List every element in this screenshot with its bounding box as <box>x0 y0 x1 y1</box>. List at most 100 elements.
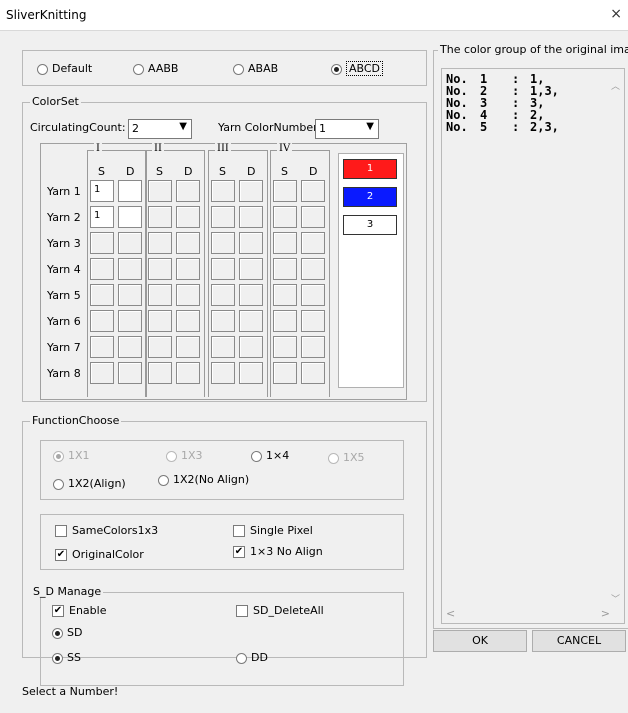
yarn-cell[interactable] <box>211 232 235 254</box>
yarn-cell[interactable] <box>273 258 297 280</box>
yarn-cell[interactable] <box>176 362 200 384</box>
radio-abcd[interactable]: ABCD <box>331 61 384 76</box>
sd-deleteall-checkbox[interactable]: SD_DeleteAll <box>236 604 324 617</box>
yarn-cell[interactable] <box>273 232 297 254</box>
yarn-cell[interactable] <box>118 206 142 228</box>
originalcolor-checkbox[interactable]: ✔ OriginalColor <box>55 548 144 561</box>
no-align-1x3-checkbox[interactable]: ✔ 1×3 No Align <box>233 545 323 558</box>
radio-icon <box>251 450 262 462</box>
yarn-cell[interactable] <box>90 362 114 384</box>
yarn-cell[interactable] <box>301 206 325 228</box>
radio-abab[interactable]: ABAB <box>233 62 278 75</box>
yarn-cell[interactable] <box>301 180 325 202</box>
yarn-cell[interactable] <box>118 284 142 306</box>
yarn-cell[interactable] <box>148 284 172 306</box>
yarn-cell[interactable] <box>301 362 325 384</box>
yarn-cell[interactable] <box>273 362 297 384</box>
yarn-cell[interactable] <box>90 284 114 306</box>
yarn-cell[interactable] <box>148 336 172 358</box>
yarn-cell[interactable] <box>118 232 142 254</box>
cancel-button[interactable]: CANCEL <box>532 630 626 652</box>
yarn-cell[interactable] <box>148 232 172 254</box>
yarn-cell[interactable] <box>148 258 172 280</box>
yarn-cell[interactable] <box>211 362 235 384</box>
yarn-cell[interactable] <box>148 310 172 332</box>
yarn-cell[interactable] <box>301 336 325 358</box>
yarn-cell[interactable] <box>273 336 297 358</box>
radio-aabb[interactable]: AABB <box>133 62 178 75</box>
close-icon[interactable]: × <box>610 6 622 22</box>
yarn-cell[interactable] <box>273 284 297 306</box>
radio-dd[interactable]: DD <box>236 651 268 664</box>
yarn-cell[interactable] <box>273 180 297 202</box>
yarn-label: Yarn 7 <box>47 341 81 354</box>
radio-1x2-align[interactable]: 1X2(Align) <box>53 477 126 490</box>
yarn-cell[interactable] <box>148 362 172 384</box>
yarn-cell[interactable]: 1 <box>90 180 114 202</box>
yarn-cell[interactable] <box>118 310 142 332</box>
yarn-cell[interactable] <box>301 284 325 306</box>
color-swatch[interactable]: 3 <box>343 215 397 235</box>
yarn-cell[interactable] <box>118 258 142 280</box>
yarn-cell[interactable] <box>176 284 200 306</box>
scroll-right-icon[interactable]: > <box>601 607 610 620</box>
yarn-cell[interactable] <box>239 206 263 228</box>
yarn-cell[interactable] <box>176 310 200 332</box>
radio-default[interactable]: Default <box>37 62 92 75</box>
radio-ss[interactable]: SS <box>52 651 81 664</box>
radio-1x1[interactable]: 1X1 <box>53 449 90 462</box>
yarn-cell[interactable] <box>211 336 235 358</box>
yarn-cell[interactable] <box>239 310 263 332</box>
enable-checkbox[interactable]: ✔ Enable <box>52 604 106 617</box>
yarn-cell[interactable] <box>90 232 114 254</box>
yarn-colornumber-select[interactable]: 1 ▼ <box>315 119 379 139</box>
yarn-cell[interactable] <box>90 258 114 280</box>
yarn-cell[interactable] <box>273 310 297 332</box>
yarn-cell[interactable] <box>273 206 297 228</box>
yarn-cell[interactable] <box>239 284 263 306</box>
yarn-cell[interactable] <box>176 336 200 358</box>
samecolors-checkbox[interactable]: SameColors1x3 <box>55 524 158 537</box>
yarn-cell[interactable] <box>118 180 142 202</box>
yarn-cell[interactable] <box>176 180 200 202</box>
yarn-cell[interactable] <box>211 310 235 332</box>
radio-1x2-noalign[interactable]: 1X2(No Align) <box>158 473 249 486</box>
yarn-cell[interactable] <box>211 284 235 306</box>
yarn-cell[interactable] <box>118 336 142 358</box>
yarn-cell[interactable] <box>239 336 263 358</box>
column-header: D <box>184 165 193 178</box>
single-pixel-checkbox[interactable]: Single Pixel <box>233 524 313 537</box>
yarn-cell[interactable] <box>90 310 114 332</box>
yarn-cell[interactable] <box>239 258 263 280</box>
yarn-cell[interactable] <box>239 362 263 384</box>
radio-sd[interactable]: SD <box>52 626 82 639</box>
yarn-cell[interactable] <box>301 310 325 332</box>
yarn-cell[interactable] <box>211 180 235 202</box>
yarn-cell[interactable] <box>239 232 263 254</box>
circulating-count-select[interactable]: 2 ▼ <box>128 119 192 139</box>
yarn-cell[interactable] <box>90 336 114 358</box>
scroll-down-icon[interactable]: ﹀ <box>611 592 620 605</box>
yarn-cell[interactable] <box>176 206 200 228</box>
yarn-cell[interactable] <box>301 258 325 280</box>
yarn-cell[interactable]: 1 <box>90 206 114 228</box>
yarn-cell[interactable] <box>148 180 172 202</box>
color-swatch[interactable]: 2 <box>343 187 397 207</box>
radio-1x4[interactable]: 1×4 <box>251 449 289 462</box>
radio-1x3[interactable]: 1X3 <box>166 449 203 462</box>
radio-1x5[interactable]: 1X5 <box>328 451 365 464</box>
scroll-up-icon[interactable]: ︿ <box>611 79 620 92</box>
yarn-cell[interactable] <box>176 258 200 280</box>
yarn-cell[interactable] <box>239 180 263 202</box>
yarn-cell[interactable] <box>176 232 200 254</box>
original-colors-list[interactable]: No. 1:1, No. 2:1,3, No. 3:3, No. 4:2, No. 5:2,3, … <box>441 68 625 624</box>
yarn-cell[interactable] <box>211 258 235 280</box>
ok-button[interactable]: OK <box>433 630 527 652</box>
yarn-cell[interactable] <box>301 232 325 254</box>
scroll-left-icon[interactable]: < <box>446 607 455 620</box>
yarn-cell[interactable] <box>148 206 172 228</box>
cell-value: 1 <box>94 184 101 195</box>
yarn-cell[interactable] <box>211 206 235 228</box>
yarn-cell[interactable] <box>118 362 142 384</box>
color-swatch[interactable]: 1 <box>343 159 397 179</box>
